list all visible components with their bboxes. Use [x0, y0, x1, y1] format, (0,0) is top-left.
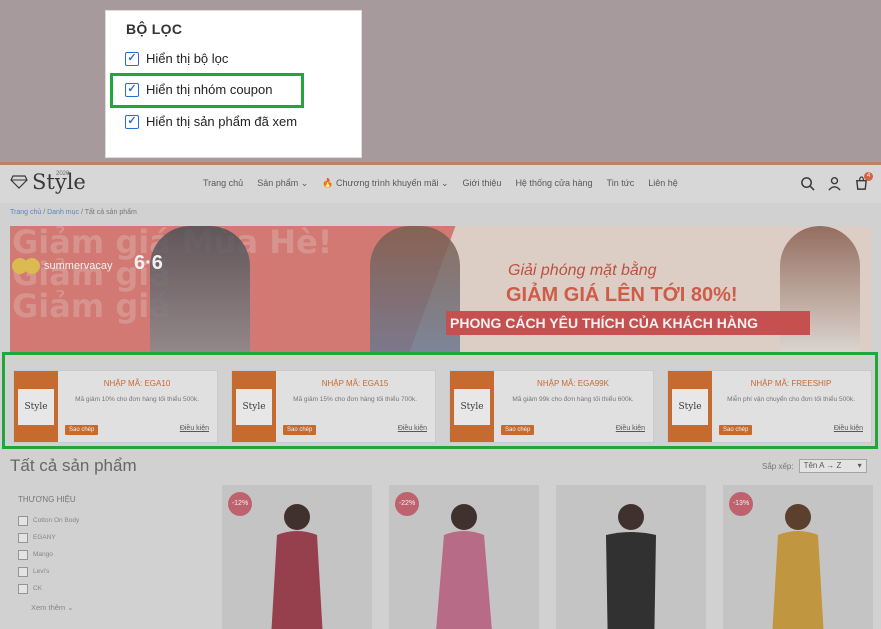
product-image — [271, 504, 323, 629]
logo-since: 2020 — [56, 171, 70, 177]
product-image — [606, 504, 656, 629]
banner-brand: summervacay — [12, 258, 112, 274]
brand-dot — [24, 258, 40, 274]
checkbox-checked-icon[interactable]: ✓ — [125, 51, 139, 66]
brand-filter-item[interactable]: EGANY — [18, 529, 79, 546]
checkbox[interactable] — [18, 549, 28, 560]
product-card[interactable] — [556, 485, 706, 629]
checkbox-checked-icon[interactable]: ✓ — [125, 114, 139, 129]
brand-filter-item[interactable]: CK — [18, 580, 79, 597]
discount-badge: -22% — [395, 492, 419, 516]
brand-filter-item[interactable]: Mango — [18, 546, 79, 563]
banner-brand-name: summervacay — [44, 260, 113, 272]
brand-label: CK — [33, 585, 43, 592]
brand-filter-heading: THƯƠNG HIỆU — [18, 495, 76, 504]
site-header: Style 2020 Trang chủ Sản phẩm ⌄ 🔥 Chương… — [0, 165, 881, 203]
breadcrumb-home[interactable]: Trang chủ — [10, 209, 41, 216]
brand-label: Cotton On Body — [33, 517, 80, 524]
site-logo[interactable]: Style 2020 — [10, 170, 86, 194]
filter-panel-title: BỘ LỌC — [126, 21, 183, 37]
banner-model-image — [370, 226, 460, 355]
brand-filter-item[interactable]: Cotton On Body — [18, 512, 79, 529]
promo-banner[interactable]: Giảm giá Mùa Hè! Giảm giá Giảm giá summe… — [10, 226, 872, 355]
user-icon[interactable] — [827, 176, 842, 191]
banner-headline-3: PHONG CÁCH YÊU THÍCH CỦA KHÁCH HÀNG — [446, 311, 810, 335]
breadcrumb: Trang chủ / Danh mục / Tất cả sản phẩm — [10, 209, 137, 216]
search-icon[interactable] — [800, 176, 815, 191]
sort-select[interactable]: Tên A → Z ▾ — [798, 459, 867, 473]
checkbox[interactable] — [18, 583, 28, 594]
header-icons: 4 — [800, 172, 873, 196]
breadcrumb-current: Tất cả sản phẩm — [84, 209, 137, 216]
sort-value: Tên A → Z — [803, 461, 842, 470]
sort-label: Sắp xếp: — [762, 461, 794, 471]
brand-label: Mango — [33, 551, 53, 558]
nav-about[interactable]: Giới thiệu — [463, 178, 502, 189]
brand-filter-item[interactable]: Levi's — [18, 563, 79, 580]
product-card[interactable]: -22% — [389, 485, 539, 629]
all-products-title: Tất cả sản phẩm — [10, 456, 137, 475]
highlight-coupon-group — [2, 352, 878, 449]
brand-label: EGANY — [33, 534, 56, 541]
banner-headline-2: GIẢM GIÁ LÊN TỚI 80%! — [506, 284, 738, 306]
cart-button[interactable]: 4 — [854, 172, 873, 196]
nav-products[interactable]: Sản phẩm ⌄ — [257, 178, 308, 189]
nav-promotions[interactable]: 🔥 Chương trình khuyến mãi ⌄ — [322, 178, 448, 189]
highlight-coupon-option — [110, 73, 304, 108]
brand-filter: THƯƠNG HIỆU Cotton On Body EGANY Mango L… — [18, 495, 79, 612]
option-label: Hiển thị sản phẩm đã xem — [146, 114, 298, 129]
option-show-viewed-products[interactable]: ✓ Hiển thị sản phẩm đã xem — [125, 114, 297, 129]
brand-label: Levi's — [33, 568, 50, 575]
sort-control: Sắp xếp: Tên A → Z ▾ — [762, 459, 867, 473]
main-nav: Trang chủ Sản phẩm ⌄ 🔥 Chương trình khuy… — [203, 178, 692, 189]
checkbox[interactable] — [18, 566, 28, 577]
discount-badge: -13% — [729, 492, 753, 516]
show-more-link[interactable]: Xem thêm ⌄ — [31, 603, 79, 612]
nav-stores[interactable]: Hệ thống cửa hàng — [515, 178, 592, 189]
discount-badge: -12% — [228, 492, 252, 516]
product-card[interactable]: -13% — [723, 485, 873, 629]
chevron-down-icon: ▾ — [857, 461, 862, 470]
option-label: Hiển thị bộ lọc — [146, 51, 229, 66]
product-image — [436, 504, 492, 629]
nav-contact[interactable]: Liên hệ — [648, 178, 678, 189]
product-image — [772, 504, 824, 629]
banner-brand-date: 6·6 — [134, 252, 163, 274]
option-show-filter[interactable]: ✓ Hiển thị bộ lọc — [125, 51, 228, 66]
checkbox[interactable] — [18, 532, 28, 543]
checkbox[interactable] — [18, 515, 28, 526]
nav-home[interactable]: Trang chủ — [203, 178, 243, 189]
cart-count-badge: 4 — [864, 172, 873, 181]
banner-model-image — [150, 226, 250, 355]
breadcrumb-category[interactable]: Danh mục — [47, 209, 79, 216]
product-card[interactable]: -12% — [222, 485, 372, 629]
banner-headline-1: Giải phóng mặt bằng — [508, 262, 657, 279]
diamond-icon — [10, 175, 28, 189]
banner-model-image — [780, 226, 860, 355]
nav-news[interactable]: Tin tức — [607, 178, 635, 189]
